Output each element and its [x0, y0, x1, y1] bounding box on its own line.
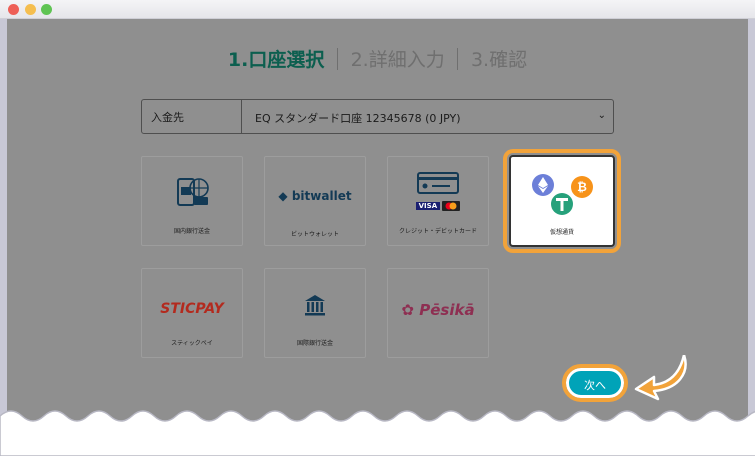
step-2: 2.詳細入力 — [350, 49, 445, 71]
deposit-account-row: 入金先 EQ スタンダード口座 12345678 (0 JPY) ⌄ — [141, 99, 614, 134]
minimize-window-icon[interactable] — [25, 4, 36, 15]
wallet-icon: ◆ — [278, 189, 288, 203]
crypto-coins-icon: ₿ — [511, 171, 613, 221]
credit-card-icon — [388, 171, 488, 199]
page-frame: 1.口座選択 2.詳細入力 3.確認 入金先 EQ スタンダード口座 12345… — [0, 19, 755, 439]
method-label: 仮想通貨 — [549, 229, 574, 236]
visa-logo: VISA — [415, 202, 441, 210]
next-button[interactable]: 次へ — [562, 364, 628, 402]
deposit-page: 1.口座選択 2.詳細入力 3.確認 入金先 EQ スタンダード口座 12345… — [7, 19, 748, 439]
method-domestic-bank[interactable]: 国内銀行送金 — [141, 156, 243, 246]
step-1: 1.口座選択 — [227, 49, 325, 71]
bank-building-icon — [265, 293, 365, 321]
browser-window: 1.口座選択 2.詳細入力 3.確認 入金先 EQ スタンダード口座 12345… — [0, 0, 755, 456]
bitwallet-logo-text: bitwallet — [291, 189, 352, 203]
bank-transfer-icon — [142, 175, 242, 215]
method-pesika[interactable]: ✿ Pēsikā — [387, 268, 489, 358]
maximize-window-icon[interactable] — [41, 4, 52, 15]
deposit-account-select[interactable]: EQ スタンダード口座 12345678 (0 JPY) ⌄ — [242, 100, 613, 133]
pesika-logo-text: Pēsikā — [419, 301, 475, 319]
step-3: 3.確認 — [470, 49, 528, 71]
torn-edge — [0, 410, 755, 456]
method-sticpay[interactable]: STICPAY スティックペイ — [141, 268, 243, 358]
method-card[interactable]: VISA クレジット・デビットカード — [387, 156, 489, 246]
method-label: スティックペイ — [171, 340, 213, 347]
method-intl-bank[interactable]: 国際銀行送金 — [264, 268, 366, 358]
pesika-logo: ✿ Pēsikā — [388, 301, 488, 319]
deposit-account-value: EQ スタンダード口座 12345678 (0 JPY) — [255, 112, 461, 125]
deposit-account-label: 入金先 — [142, 100, 242, 133]
method-label: ビットウォレット — [290, 231, 339, 238]
mastercard-icon — [442, 201, 461, 211]
card-brands: VISA — [388, 201, 488, 211]
step-divider — [336, 47, 338, 70]
bitwallet-logo: ◆ bitwallet — [265, 189, 365, 203]
step-indicator: 1.口座選択 2.詳細入力 3.確認 — [7, 45, 748, 72]
method-crypto[interactable]: ₿ 仮想通貨 — [503, 149, 621, 253]
method-bitwallet[interactable]: ◆ bitwallet ビットウォレット — [264, 156, 366, 246]
method-label: クレジット・デビットカード — [398, 228, 477, 235]
close-window-icon[interactable] — [8, 4, 19, 15]
method-label: 国際銀行送金 — [296, 340, 333, 347]
chevron-down-icon: ⌄ — [597, 110, 606, 121]
sticpay-logo: STICPAY — [160, 301, 224, 317]
step-divider — [457, 47, 459, 70]
lotus-icon: ✿ — [401, 301, 414, 319]
method-label: 国内銀行送金 — [173, 228, 210, 235]
svg-text:₿: ₿ — [577, 180, 587, 194]
title-bar — [0, 0, 755, 19]
